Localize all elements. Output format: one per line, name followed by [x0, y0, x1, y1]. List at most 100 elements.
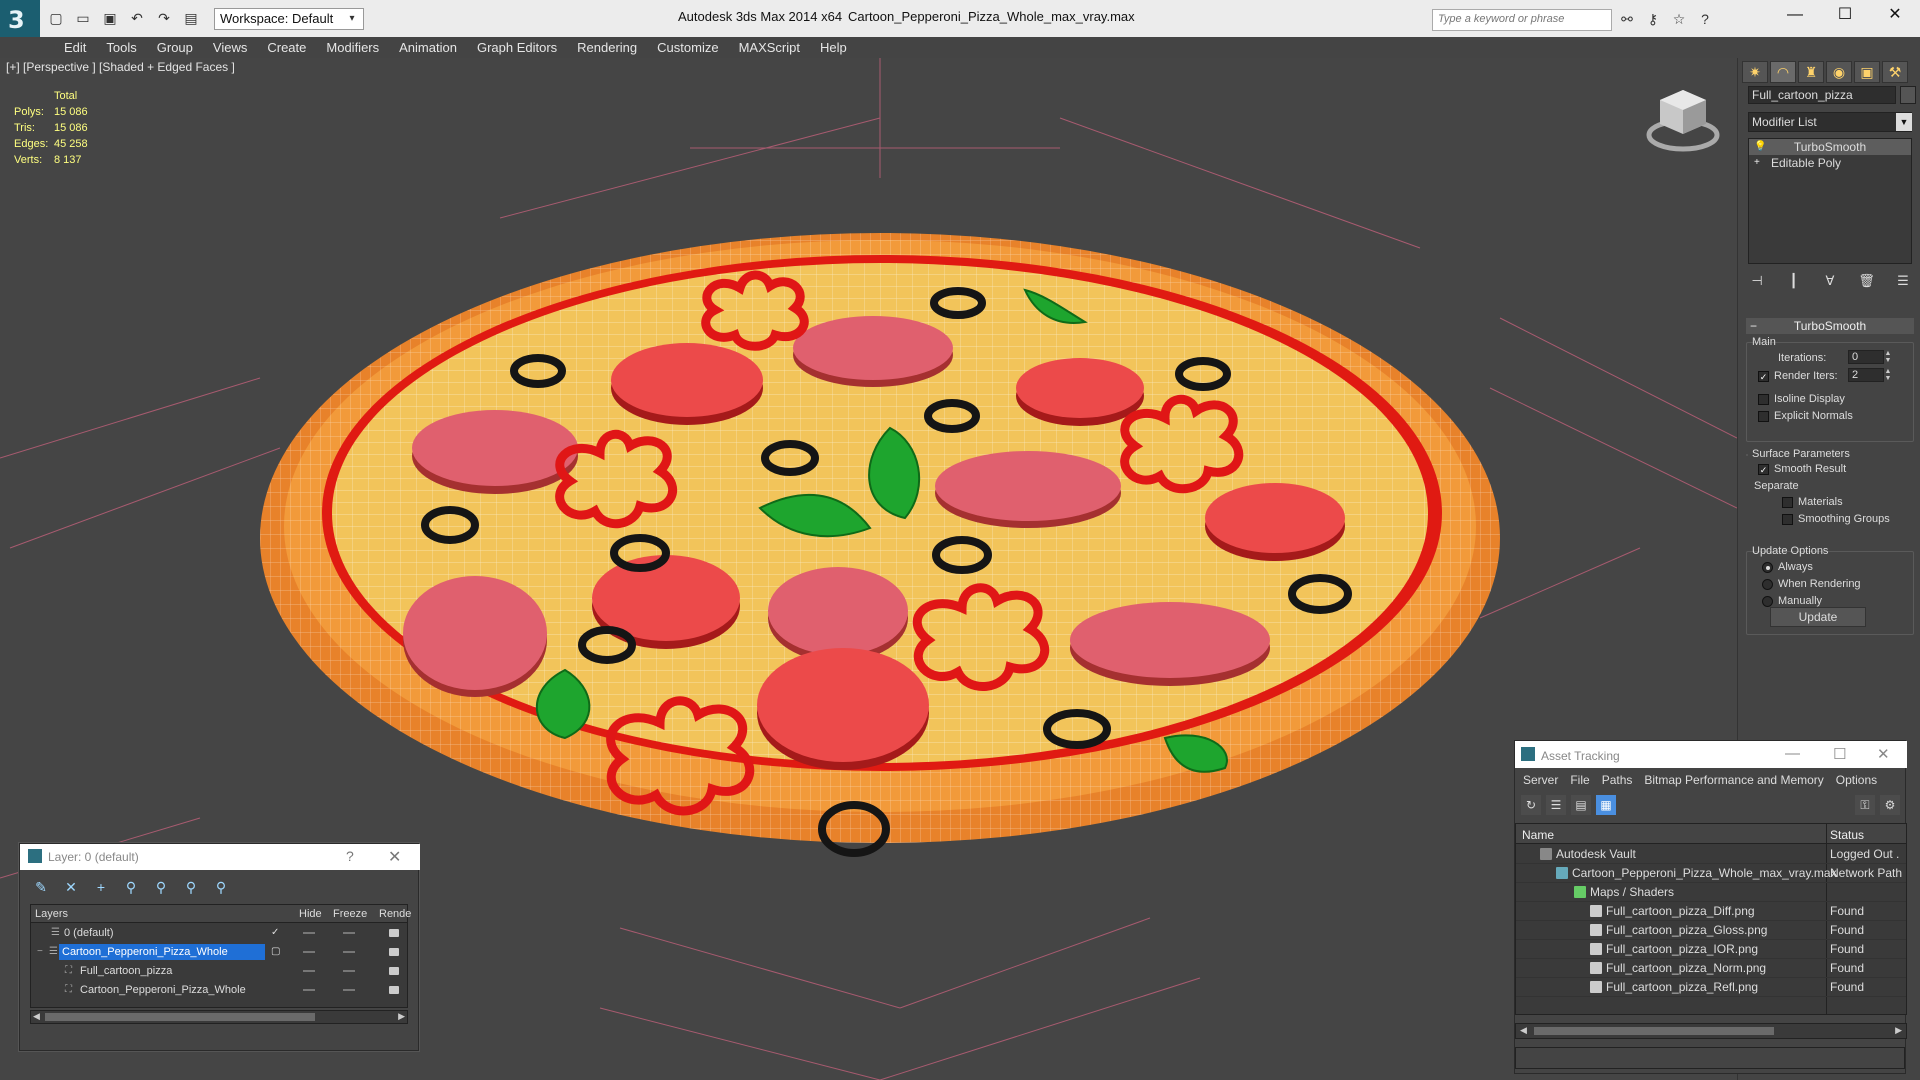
make-unique-icon[interactable]: ∀: [1819, 270, 1841, 292]
modify-tab-icon[interactable]: ◠: [1770, 61, 1796, 83]
pin-stack-icon[interactable]: ⊣: [1746, 270, 1768, 292]
asset-menu-bitmap[interactable]: Bitmap Performance and Memory: [1638, 770, 1829, 790]
menu-animation[interactable]: Animation: [389, 37, 467, 58]
col-layers[interactable]: Layers: [35, 908, 68, 920]
key-icon[interactable]: ⚷: [1644, 9, 1662, 29]
close-button[interactable]: ✕: [1870, 0, 1920, 30]
asset-path-field[interactable]: [1515, 1047, 1905, 1069]
menu-group[interactable]: Group: [147, 37, 203, 58]
menu-edit[interactable]: Edit: [54, 37, 96, 58]
manually-radio[interactable]: [1762, 596, 1773, 607]
minimize-button[interactable]: —: [1785, 745, 1800, 762]
asset-menu-file[interactable]: File: [1564, 770, 1595, 790]
isoline-checkbox[interactable]: [1758, 394, 1769, 405]
new-layer-icon[interactable]: ✎: [30, 876, 52, 898]
viewport-label[interactable]: [+] [Perspective ] [Shaded + Edged Faces…: [6, 60, 235, 74]
freeze-all-icon[interactable]: ⚲: [210, 876, 232, 898]
iterations-spinner[interactable]: 0: [1848, 350, 1884, 364]
freeze-toggle[interactable]: [343, 951, 355, 953]
freeze-toggle[interactable]: [343, 932, 355, 934]
search-input[interactable]: Type a keyword or phrase: [1432, 9, 1612, 31]
asset-row[interactable]: Full_cartoon_pizza_Refl.png Found: [1516, 978, 1906, 997]
hide-toggle[interactable]: [303, 951, 315, 953]
maximize-button[interactable]: ☐: [1833, 745, 1846, 763]
render-toggle-icon[interactable]: [389, 967, 399, 975]
col-hide[interactable]: Hide: [299, 908, 322, 920]
asset-row[interactable]: Full_cartoon_pizza_Gloss.png Found: [1516, 921, 1906, 940]
turbosmooth-rollout-header[interactable]: − TurboSmooth: [1746, 318, 1914, 334]
menu-modifiers[interactable]: Modifiers: [316, 37, 389, 58]
motion-tab-icon[interactable]: ◉: [1826, 61, 1852, 83]
close-icon[interactable]: ✕: [388, 847, 401, 867]
show-end-result-icon[interactable]: ┃: [1783, 270, 1805, 292]
asset-row[interactable]: Autodesk Vault Logged Out .: [1516, 845, 1906, 864]
layer-row[interactable]: − ☰ Cartoon_Pepperoni_Pizza_Whole ▢: [31, 943, 407, 961]
scrollbar-thumb[interactable]: [1534, 1027, 1774, 1035]
modifier-list-select[interactable]: Modifier List: [1748, 112, 1912, 132]
col-freeze[interactable]: Freeze: [333, 908, 367, 920]
display-tab-icon[interactable]: ▣: [1854, 61, 1880, 83]
render-toggle-icon[interactable]: [389, 986, 399, 994]
menu-create[interactable]: Create: [257, 37, 316, 58]
layer-window-titlebar[interactable]: Layer: 0 (default) ? ✕: [20, 844, 420, 870]
view-cube[interactable]: [1646, 90, 1720, 152]
always-radio[interactable]: [1762, 562, 1773, 573]
render-toggle-icon[interactable]: [389, 929, 399, 937]
chevron-down-icon[interactable]: ▼: [1896, 113, 1912, 131]
menu-maxscript[interactable]: MAXScript: [729, 37, 810, 58]
stack-item-turbosmooth[interactable]: 💡 TurboSmooth: [1749, 139, 1911, 155]
object-name-field[interactable]: Full_cartoon_pizza: [1748, 86, 1896, 104]
binoculars-icon[interactable]: ⚯: [1618, 9, 1636, 29]
menu-customize[interactable]: Customize: [647, 37, 728, 58]
set-active-icon[interactable]: ▢: [271, 943, 280, 961]
smooth-result-checkbox[interactable]: ✓: [1758, 464, 1769, 475]
menu-help[interactable]: Help: [810, 37, 857, 58]
layer-horizontal-scrollbar[interactable]: ◀ ▶: [30, 1010, 408, 1024]
update-button[interactable]: Update: [1770, 607, 1866, 627]
thumbnail-view-icon[interactable]: ▤: [1571, 795, 1591, 815]
hide-toggle[interactable]: [303, 989, 315, 991]
scroll-left-icon[interactable]: ◀: [1520, 1025, 1527, 1036]
layer-row[interactable]: ⛶ Full_cartoon_pizza: [31, 962, 407, 980]
render-iters-checkbox[interactable]: ✓: [1758, 371, 1769, 382]
menu-rendering[interactable]: Rendering: [567, 37, 647, 58]
object-color-swatch[interactable]: [1900, 86, 1916, 104]
col-render[interactable]: Rende: [379, 908, 411, 920]
vault-settings-icon[interactable]: ⚙: [1880, 795, 1900, 815]
scroll-left-icon[interactable]: ◀: [33, 1011, 40, 1022]
hierarchy-tab-icon[interactable]: ♜: [1798, 61, 1824, 83]
render-toggle-icon[interactable]: [389, 948, 399, 956]
help-icon[interactable]: ?: [346, 848, 354, 864]
layer-row[interactable]: ☰ 0 (default) ✓: [31, 924, 407, 942]
refresh-icon[interactable]: ↻: [1521, 795, 1541, 815]
scrollbar-thumb[interactable]: [45, 1013, 315, 1021]
asset-menu-server[interactable]: Server: [1517, 770, 1564, 790]
asset-row[interactable]: Full_cartoon_pizza_Norm.png Found: [1516, 959, 1906, 978]
project-folder-icon[interactable]: ▤: [181, 8, 201, 28]
stack-item-editable-poly[interactable]: + Editable Poly: [1749, 155, 1911, 171]
collapse-icon[interactable]: −: [37, 943, 43, 961]
hide-toggle[interactable]: [303, 932, 315, 934]
maximize-button[interactable]: ☐: [1820, 0, 1870, 30]
active-layer-check-icon[interactable]: ✓: [271, 924, 279, 942]
when-rendering-radio[interactable]: [1762, 579, 1773, 590]
chevron-down-icon[interactable]: ▾: [340, 8, 364, 30]
asset-row[interactable]: Full_cartoon_pizza_IOR.png Found: [1516, 940, 1906, 959]
menu-views[interactable]: Views: [203, 37, 257, 58]
minimize-button[interactable]: —: [1770, 0, 1820, 30]
utilities-tab-icon[interactable]: ⚒: [1882, 61, 1908, 83]
redo-icon[interactable]: ↷: [154, 8, 174, 28]
configure-sets-icon[interactable]: ☰: [1892, 270, 1914, 292]
close-button[interactable]: ✕: [1877, 745, 1890, 763]
new-file-icon[interactable]: ▢: [46, 8, 66, 28]
vault-icon[interactable]: ⚿: [1855, 795, 1875, 815]
help-icon[interactable]: ?: [1696, 9, 1714, 29]
asset-menu-paths[interactable]: Paths: [1596, 770, 1639, 790]
freeze-toggle[interactable]: [343, 989, 355, 991]
asset-row[interactable]: Cartoon_Pepperoni_Pizza_Whole_max_vray.m…: [1516, 864, 1906, 883]
col-status[interactable]: Status: [1830, 828, 1864, 842]
scroll-right-icon[interactable]: ▶: [398, 1011, 405, 1022]
render-iters-spinner[interactable]: 2: [1848, 368, 1884, 382]
smoothing-groups-checkbox[interactable]: [1782, 514, 1793, 525]
menu-tools[interactable]: Tools: [96, 37, 146, 58]
